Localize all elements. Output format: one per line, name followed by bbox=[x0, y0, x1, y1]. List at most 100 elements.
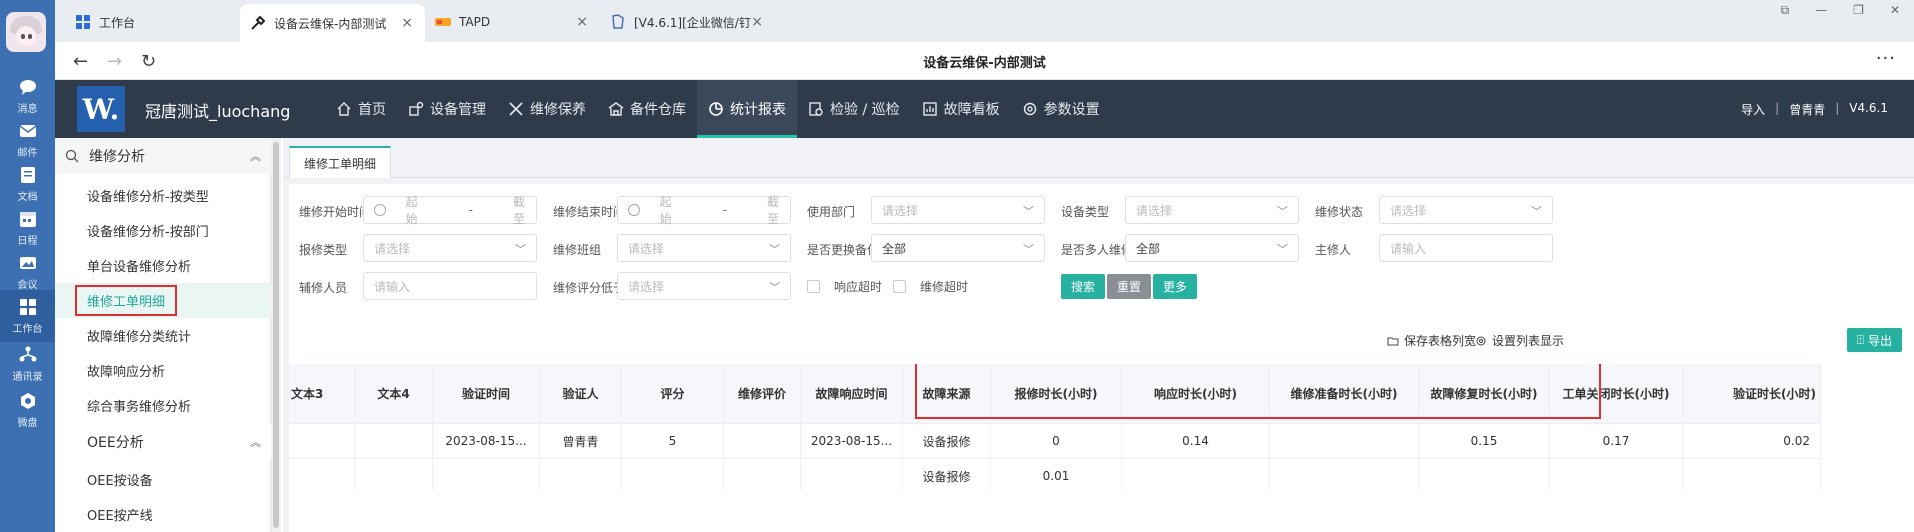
menu-maintenance[interactable]: 维修保养 bbox=[497, 80, 597, 138]
tab-label: 设备云维保-内部测试 bbox=[274, 16, 387, 31]
chevron-up-icon[interactable]: ︽ bbox=[250, 148, 261, 164]
sidebar-item[interactable]: 故障响应分析 bbox=[55, 353, 271, 388]
column-header[interactable]: 故障来源 bbox=[903, 364, 991, 424]
scrollbar-thumb[interactable] bbox=[273, 142, 279, 528]
column-header[interactable]: 文本4 bbox=[355, 364, 433, 424]
reset-button[interactable]: 重置 bbox=[1107, 274, 1152, 299]
checkbox-box[interactable] bbox=[807, 280, 820, 293]
menu-inspection[interactable]: 检验 / 巡检 bbox=[797, 80, 911, 138]
rail-label: 消息 bbox=[17, 104, 38, 115]
checkbox-box[interactable] bbox=[893, 280, 906, 293]
export-button[interactable]: ⍐ 导出 bbox=[1846, 328, 1902, 352]
pin-icon[interactable]: ⧉ bbox=[1781, 3, 1790, 18]
table-cell: 5 bbox=[622, 424, 724, 459]
column-header[interactable]: 报修时长(小时) bbox=[991, 364, 1122, 424]
rail-item-contacts[interactable]: 通讯录 bbox=[0, 338, 55, 390]
save-columns-button[interactable]: 保存表格列宽 bbox=[1387, 332, 1476, 349]
dept-select[interactable]: 请选择 ﹀ bbox=[871, 196, 1045, 224]
table-cell bbox=[1550, 459, 1683, 490]
response-timeout-checkbox[interactable]: 响应超时 bbox=[807, 278, 882, 295]
column-header[interactable]: 文本3 bbox=[289, 364, 355, 424]
column-header[interactable]: 维修评价 bbox=[724, 364, 801, 424]
repair-start-range[interactable]: 起始 - 截至 bbox=[363, 195, 537, 226]
close-icon[interactable]: × bbox=[401, 15, 413, 31]
browser-tab-tapd[interactable]: TAPD × bbox=[425, 6, 600, 38]
close-window-icon[interactable]: ✕ bbox=[1890, 3, 1900, 17]
sidebar-item[interactable]: OEE按产线 bbox=[55, 497, 271, 532]
column-header[interactable]: 故障响应时间 bbox=[801, 364, 903, 424]
page-tab-repair-detail[interactable]: 维修工单明细 bbox=[289, 146, 392, 178]
column-header[interactable]: 响应时长(小时) bbox=[1122, 364, 1270, 424]
grid-icon bbox=[76, 15, 90, 29]
browser-tab-app[interactable]: 设备云维保-内部测试 × bbox=[240, 4, 425, 42]
tapd-icon bbox=[435, 18, 451, 26]
chevron-up-icon[interactable]: ︽ bbox=[250, 434, 261, 450]
team-select[interactable]: 请选择 ﹀ bbox=[617, 234, 791, 262]
column-header[interactable]: 故障修复时长(小时) bbox=[1419, 364, 1550, 424]
sidebar-item[interactable]: OEE按设备 bbox=[55, 462, 271, 497]
more-button[interactable]: 更多 bbox=[1153, 274, 1198, 299]
calendar-icon bbox=[19, 212, 36, 227]
menu-device[interactable]: 设备管理 bbox=[397, 80, 497, 138]
column-header[interactable]: 验证时间 bbox=[433, 364, 540, 424]
column-header[interactable]: 工单关闭时长(小时) bbox=[1550, 364, 1683, 424]
search-button[interactable]: 搜索 bbox=[1061, 274, 1106, 299]
device-icon bbox=[409, 101, 424, 116]
sidebar-item[interactable]: 故障维修分类统计 bbox=[55, 318, 271, 353]
replace-parts-select[interactable]: 全部 ﹀ bbox=[871, 234, 1045, 262]
sidebar-item-active[interactable]: 维修工单明细 bbox=[55, 283, 271, 318]
column-header[interactable]: 维修准备时长(小时) bbox=[1270, 364, 1419, 424]
close-icon[interactable]: × bbox=[576, 14, 588, 30]
left-rail: 消息 邮件 文档 日程 会议 工作台 通讯录 微盘 bbox=[0, 0, 55, 532]
browser-tab-ticket[interactable]: [V4.6.1][企业微信/钉 × bbox=[600, 6, 775, 38]
sidebar-item[interactable]: 单台设备维修分析 bbox=[55, 248, 271, 283]
column-settings-button[interactable]: 设置列表显示 bbox=[1475, 332, 1564, 349]
menu-fault-board[interactable]: 故障看板 bbox=[911, 80, 1011, 138]
assistant-input[interactable]: 请输入 bbox=[363, 272, 537, 300]
menu-warehouse[interactable]: 备件仓库 bbox=[597, 80, 697, 138]
menu-settings[interactable]: 参数设置 bbox=[1011, 80, 1111, 138]
filter-label: 使用部门 bbox=[807, 205, 856, 219]
close-icon[interactable]: × bbox=[751, 14, 763, 30]
sidebar-group-repair-analysis[interactable]: 维修分析 ︽ bbox=[55, 138, 271, 174]
column-header[interactable]: 验证人 bbox=[540, 364, 622, 424]
sidebar-group-oee[interactable]: OEE分析 ︽ bbox=[55, 424, 271, 460]
gear-icon bbox=[1476, 336, 1486, 345]
device-type-select[interactable]: 请选择 ﹀ bbox=[1125, 196, 1299, 224]
more-icon[interactable]: ··· bbox=[1876, 48, 1896, 69]
app-header: W. 冠唐测试_luochang 首页 设备管理 维修保养 备件仓库 统计报表 bbox=[55, 80, 1914, 138]
filter-label: 维修班组 bbox=[553, 243, 602, 257]
home-icon bbox=[337, 102, 351, 116]
rail-item-workbench[interactable]: 工作台 bbox=[0, 290, 55, 342]
column-header[interactable]: 评分 bbox=[622, 364, 724, 424]
table-cell bbox=[289, 459, 355, 490]
user-name[interactable]: 曾青青 bbox=[1789, 101, 1825, 118]
chevron-down-icon: ﹀ bbox=[769, 281, 780, 294]
sidebar-item[interactable]: 设备维修分析-按类型 bbox=[55, 178, 271, 213]
sidebar-item[interactable]: 设备维修分析-按部门 bbox=[55, 213, 271, 248]
minimize-icon[interactable]: — bbox=[1815, 3, 1827, 17]
menu-reports[interactable]: 统计报表 bbox=[697, 80, 797, 138]
multi-repair-select[interactable]: 全部 ﹀ bbox=[1125, 234, 1299, 262]
column-header[interactable]: 验证时长(小时) bbox=[1683, 364, 1821, 424]
browser-tab-bar: 工作台 设备云维保-内部测试 × TAPD × [V4.6.1][企业微信/钉 … bbox=[55, 0, 1914, 42]
avatar[interactable] bbox=[6, 12, 46, 52]
repair-timeout-checkbox[interactable]: 维修超时 bbox=[893, 278, 968, 295]
table-cell bbox=[724, 424, 801, 459]
rail-item-drive[interactable]: 微盘 bbox=[0, 384, 55, 436]
repair-end-range[interactable]: 起始 - 截至 bbox=[617, 195, 791, 226]
main-repairer-input[interactable]: 请输入 bbox=[1379, 234, 1553, 262]
sidebar-scrollbar[interactable] bbox=[271, 138, 281, 532]
clock-icon bbox=[628, 204, 640, 216]
menu-home[interactable]: 首页 bbox=[325, 80, 397, 138]
browser-tab-workbench[interactable]: 工作台 bbox=[65, 6, 240, 38]
table-cell bbox=[289, 424, 355, 459]
filter-label: 维修开始时间 bbox=[299, 205, 372, 219]
restore-icon[interactable]: ❐ bbox=[1853, 3, 1864, 17]
chat-icon bbox=[19, 80, 36, 95]
import-link[interactable]: 导入 bbox=[1741, 101, 1765, 118]
sidebar-item[interactable]: 综合事务维修分析 bbox=[55, 388, 271, 423]
repair-status-select[interactable]: 请选择 ﹀ bbox=[1379, 196, 1553, 224]
report-type-select[interactable]: 请选择 ﹀ bbox=[363, 234, 537, 262]
score-below-select[interactable]: 请选择 ﹀ bbox=[617, 272, 791, 300]
